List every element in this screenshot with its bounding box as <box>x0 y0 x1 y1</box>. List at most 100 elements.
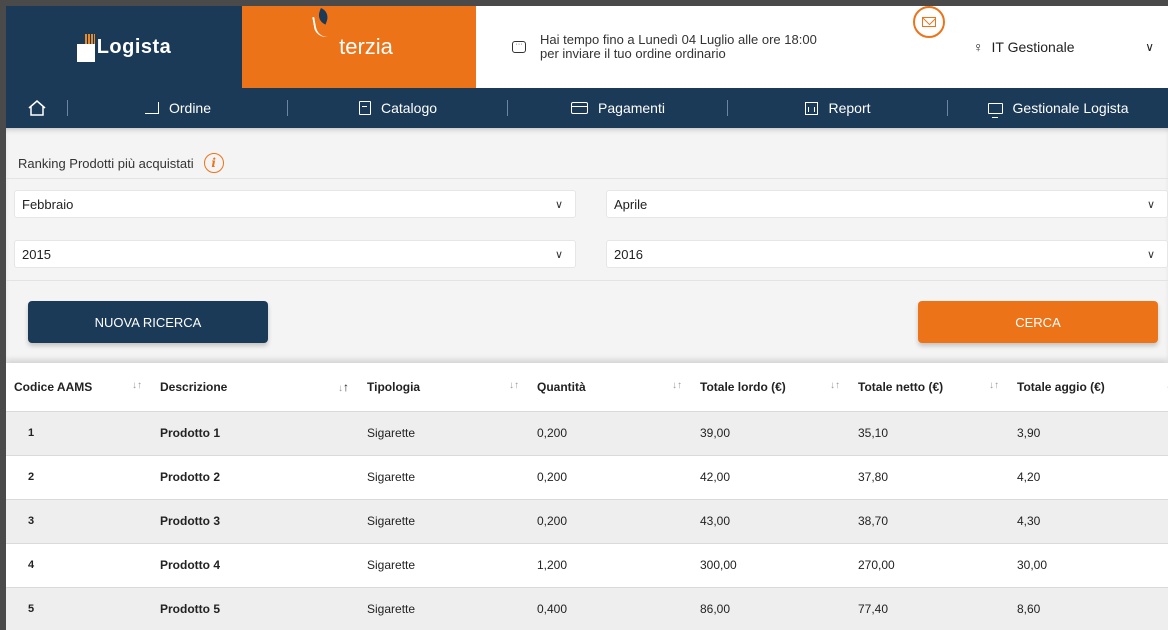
envelope-icon <box>922 17 936 27</box>
cell-aggio: 8,60 <box>1009 586 1168 630</box>
month-to-value: Aprile <box>614 196 648 212</box>
report-icon <box>805 101 819 115</box>
sort-icon[interactable]: ↓↑ <box>509 380 519 391</box>
sort-icon[interactable]: ↓↑ <box>672 380 682 391</box>
cell-code: 3 <box>6 498 152 543</box>
nav-gestionale-logista[interactable]: Gestionale Logista <box>948 88 1168 128</box>
user-icon: ♀ <box>973 39 984 55</box>
nav-pagamenti[interactable]: Pagamenti <box>508 88 728 128</box>
col-descrizione[interactable]: Descrizione ↓↑ <box>152 363 359 411</box>
cell-net: 35,10 <box>850 410 1009 455</box>
chevron-down-icon: ∨ <box>1146 198 1155 211</box>
cell-gross: 300,00 <box>692 542 850 587</box>
cell-qty: 0,200 <box>529 498 692 543</box>
year-from-value: 2015 <box>22 246 51 262</box>
user-menu[interactable]: ♀ IT Gestionale ∨ <box>973 6 1168 88</box>
deadline-message: ··· Hai tempo fino a Lunedì 04 Luglio al… <box>476 6 913 88</box>
mail-button[interactable] <box>913 6 945 38</box>
cell-qty: 0,200 <box>529 454 692 499</box>
nav-report[interactable]: Report <box>728 88 948 128</box>
table-row[interactable]: 1 Prodotto 1 Sigarette 0,200 39,00 35,10… <box>6 410 1168 455</box>
nav-home[interactable] <box>6 88 68 128</box>
cell-net: 38,70 <box>850 498 1009 543</box>
cell-desc: Prodotto 3 <box>152 498 359 543</box>
table-row[interactable]: 3 Prodotto 3 Sigarette 0,200 43,00 38,70… <box>6 498 1168 543</box>
logista-brand-text: Logista <box>96 35 172 58</box>
cell-net: 77,40 <box>850 586 1009 630</box>
terzia-leaf-icon <box>312 15 328 39</box>
cell-gross: 86,00 <box>692 586 850 630</box>
month-from-select[interactable]: Febbraio ∨ <box>14 190 576 218</box>
sort-icon[interactable]: ↓↑ <box>830 380 840 391</box>
ranking-title: Ranking Prodotti più acquistati <box>18 155 194 171</box>
divider <box>6 280 1168 281</box>
col-codice-aams[interactable]: Codice AAMS ↓↑ <box>6 363 152 411</box>
col-tipologia[interactable]: Tipologia ↓↑ <box>359 363 529 411</box>
section-title: Ranking Prodotti più acquistati i <box>6 128 1168 178</box>
results-table: Codice AAMS ↓↑ Descrizione ↓↑ Tipologia ↓↑ … <box>6 363 1168 630</box>
cell-gross: 42,00 <box>692 454 850 499</box>
nav-pagamenti-label: Pagamenti <box>598 100 665 116</box>
cell-code: 5 <box>6 586 152 630</box>
cell-net: 270,00 <box>850 542 1009 587</box>
table-row[interactable]: 5 Prodotto 5 Sigarette 0,400 86,00 77,40… <box>6 586 1168 630</box>
col-totale-lordo[interactable]: Totale lordo (€) ↓↑ <box>692 363 850 411</box>
cell-gross: 39,00 <box>692 410 850 455</box>
cell-aggio: 30,00 <box>1009 542 1168 587</box>
top-header: Logista Terzia ··· Hai tempo fino a Lune… <box>6 6 1168 88</box>
cell-desc: Prodotto 4 <box>152 542 359 587</box>
info-icon[interactable]: i <box>203 153 224 173</box>
table-row[interactable]: 4 Prodotto 4 Sigarette 1,200 300,00 270,… <box>6 542 1168 587</box>
nav-catalogo-label: Catalogo <box>380 100 438 116</box>
deadline-line-1: Hai tempo fino a Lunedì 04 Luglio alle o… <box>540 32 817 47</box>
logista-mark-icon <box>76 34 95 62</box>
catalog-icon <box>358 101 371 115</box>
table-header-row: Codice AAMS ↓↑ Descrizione ↓↑ Tipologia ↓↑ … <box>6 363 1168 411</box>
logista-logo[interactable]: Logista <box>6 6 242 88</box>
table-row[interactable]: 2 Prodotto 2 Sigarette 0,200 42,00 37,80… <box>6 454 1168 499</box>
col-totale-netto[interactable]: Totale netto (€) ↓↑ <box>850 363 1009 411</box>
col-quantita[interactable]: Quantità ↓↑ <box>529 363 692 411</box>
chevron-down-icon: ∨ <box>1145 40 1154 54</box>
new-search-button[interactable]: NUOVA RICERCA <box>28 301 268 343</box>
nav-ordine[interactable]: Ordine <box>68 88 288 128</box>
month-from-value: Febbraio <box>22 196 74 212</box>
credit-card-icon <box>571 102 589 114</box>
cell-code: 1 <box>6 410 152 455</box>
cell-type: Sigarette <box>359 498 529 543</box>
sort-icon[interactable]: ↓↑ <box>989 380 999 391</box>
cell-type: Sigarette <box>359 542 529 587</box>
chevron-down-icon: ∨ <box>554 198 563 211</box>
chevron-down-icon: ∨ <box>1146 248 1155 261</box>
main-nav: Ordine Catalogo Pagamenti Report Gestion… <box>6 88 1168 128</box>
month-to-select[interactable]: Aprile ∨ <box>606 190 1168 218</box>
cell-type: Sigarette <box>359 410 529 455</box>
col-totale-aggio[interactable]: Totale aggio (€)↓↑ <box>1009 363 1168 411</box>
search-button[interactable]: CERCA <box>918 301 1158 343</box>
cell-code: 4 <box>6 542 152 587</box>
divider <box>6 178 1168 179</box>
deadline-line-2: per inviare il tuo ordine ordinario <box>540 46 726 61</box>
home-icon <box>28 100 46 116</box>
year-from-select[interactable]: 2015 ∨ <box>14 240 576 268</box>
cell-code: 2 <box>6 454 152 499</box>
results-table-wrap: Codice AAMS ↓↑ Descrizione ↓↑ Tipologia ↓↑ … <box>6 363 1168 630</box>
cell-aggio: 3,90 <box>1009 410 1168 455</box>
cart-icon <box>144 102 159 114</box>
sort-icon[interactable]: ↓↑ <box>338 380 349 394</box>
terzia-brand-text: Terzia <box>339 34 393 59</box>
cell-qty: 0,400 <box>529 586 692 630</box>
cell-desc: Prodotto 1 <box>152 410 359 455</box>
sort-icon[interactable]: ↓↑ <box>132 380 142 391</box>
cell-net: 37,80 <box>850 454 1009 499</box>
cell-gross: 43,00 <box>692 498 850 543</box>
chevron-down-icon: ∨ <box>554 248 563 261</box>
chat-icon: ··· <box>512 41 526 53</box>
year-to-select[interactable]: 2016 ∨ <box>606 240 1168 268</box>
terzia-logo[interactable]: Terzia <box>242 6 476 88</box>
filter-panel: Ranking Prodotti più acquistati i Febbra… <box>6 128 1168 363</box>
cell-desc: Prodotto 2 <box>152 454 359 499</box>
nav-catalogo[interactable]: Catalogo <box>288 88 508 128</box>
cell-desc: Prodotto 5 <box>152 586 359 630</box>
cell-type: Sigarette <box>359 586 529 630</box>
